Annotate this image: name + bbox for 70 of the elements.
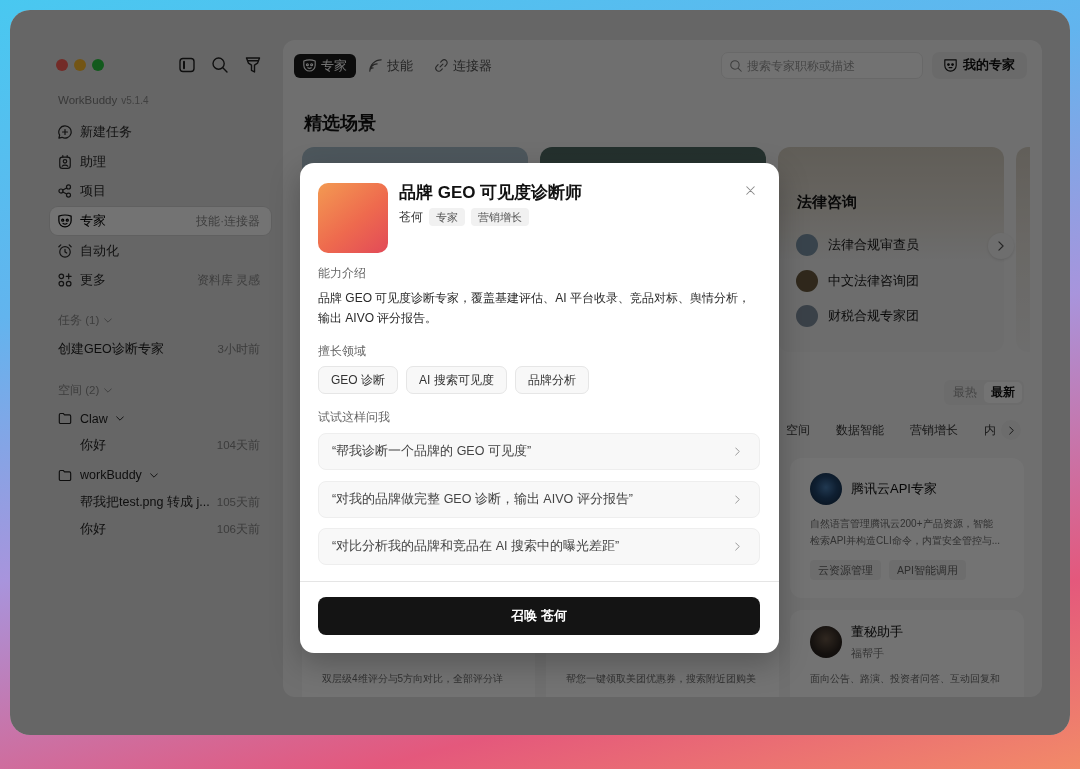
- alarm-clock-icon: [58, 243, 72, 258]
- skill-tag: GEO 诊断: [318, 366, 398, 394]
- nav-item[interactable]: 助理: [50, 147, 271, 176]
- nav-item[interactable]: 自动化: [50, 236, 271, 265]
- chevron-right-icon: [735, 494, 740, 504]
- scene-title: 法律咨询: [796, 192, 858, 212]
- avatar-placeholder: [810, 473, 842, 505]
- expert-link[interactable]: 法律合规审查员: [796, 230, 919, 260]
- search-icon: [730, 59, 742, 72]
- window-zoom-button[interactable]: [92, 59, 104, 71]
- tag: 营销增长: [471, 208, 529, 226]
- my-experts-button[interactable]: 我的专家: [932, 52, 1027, 79]
- tab[interactable]: 专家: [294, 53, 356, 78]
- face-icon: [944, 59, 957, 72]
- chevron-right-icon: [1008, 425, 1014, 435]
- author-name: 苍何: [399, 208, 423, 226]
- mask-icon: [303, 59, 316, 72]
- tab[interactable]: 技能: [360, 53, 422, 78]
- author-name: 福帮手: [851, 646, 885, 661]
- category-tab[interactable]: 空间: [786, 419, 810, 441]
- close-icon: [745, 185, 755, 195]
- dialog-title: 品牌 GEO 可见度诊断师: [399, 182, 584, 204]
- person-badge-icon: [58, 154, 72, 169]
- link-icon: [435, 59, 448, 72]
- expert-description: 品牌 GEO 可见度诊断专家，覆盖基建评估、AI 平台收录、竞品对标、舆情分析，输出 AIVO 评分报告。: [318, 290, 751, 327]
- apps-plus-icon: [58, 273, 72, 288]
- tag: 专家: [429, 208, 465, 226]
- window-minimize-button[interactable]: [74, 59, 86, 71]
- section-label: 能力介绍: [318, 265, 367, 281]
- section-label: 擅长领域: [318, 343, 367, 359]
- feather-icon: [369, 59, 382, 72]
- chevron-right-icon: [735, 542, 740, 551]
- prompt-suggestion[interactable]: “对比分析我的品牌和竞品在 AI 搜索中的曝光差距”: [318, 528, 760, 565]
- chevron-right-icon: [735, 447, 740, 456]
- expert-link[interactable]: 财税合规专家团: [796, 301, 919, 331]
- expert-name: 腾讯云API专家: [851, 480, 937, 498]
- next-button[interactable]: [988, 233, 1014, 259]
- mask-icon: [58, 214, 72, 229]
- avatar-placeholder: [810, 626, 842, 658]
- expert-name: 董秘助手: [851, 623, 903, 641]
- tab[interactable]: 连接器: [426, 53, 501, 78]
- avatar-placeholder: [796, 234, 818, 256]
- nav-item[interactable]: 新建任务: [50, 118, 271, 146]
- expert-link[interactable]: 中文法律咨询团: [796, 265, 919, 296]
- skill-tag: 品牌分析: [514, 366, 589, 394]
- folder-icon: [58, 468, 72, 482]
- summon-button[interactable]: 召唤 苍何: [318, 597, 760, 635]
- funnel-icon[interactable]: [245, 57, 261, 73]
- avatar-placeholder: [318, 183, 388, 253]
- chat-plus-icon: [58, 125, 72, 139]
- folder-item[interactable]: Claw: [50, 405, 124, 433]
- category-tab[interactable]: 内: [984, 419, 996, 441]
- sidebar-toggle-icon[interactable]: [179, 57, 195, 73]
- nav-item[interactable]: 项目: [50, 177, 271, 206]
- window-close-button[interactable]: [56, 59, 68, 71]
- chevron-right-icon: [998, 241, 1004, 251]
- folder-icon: [58, 412, 72, 426]
- section-title: 精选场景: [304, 112, 377, 135]
- section-label: 试试这样问我: [318, 409, 391, 425]
- avatar-placeholder: [796, 269, 818, 292]
- folder-item[interactable]: workBuddy: [50, 461, 158, 489]
- skill-tag: AI 搜索可见度: [406, 366, 507, 394]
- category-tab[interactable]: 营销增长: [910, 419, 958, 441]
- prompt-suggestion[interactable]: “对我的品牌做完整 GEO 诊断，输出 AIVO 评分报告”: [318, 480, 760, 518]
- avatar-placeholder: [796, 305, 818, 327]
- nodes-icon: [58, 184, 72, 199]
- sort-option[interactable]: 最新: [984, 382, 1022, 403]
- category-tab[interactable]: 数据智能: [836, 419, 884, 441]
- search-icon[interactable]: [212, 57, 228, 73]
- prompt-suggestion[interactable]: “帮我诊断一个品牌的 GEO 可见度”: [318, 433, 760, 470]
